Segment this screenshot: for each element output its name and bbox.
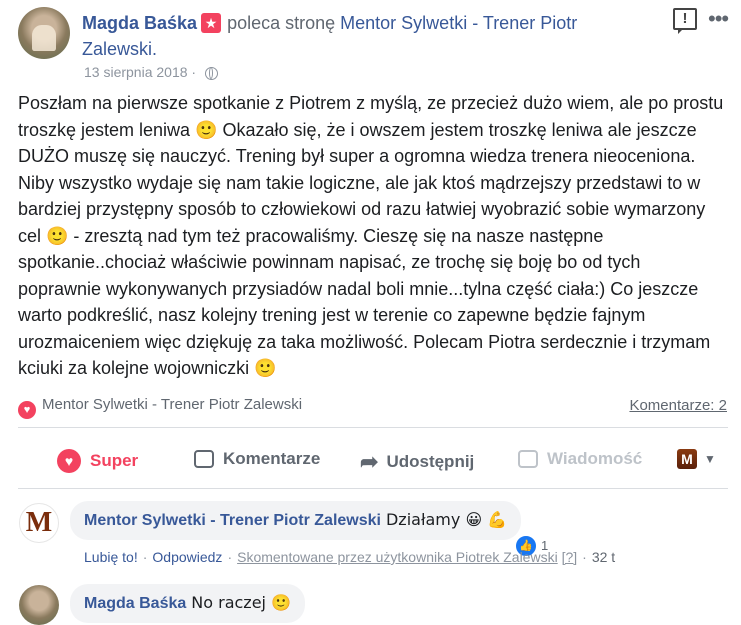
chevron-down-icon: ▼ [704, 452, 716, 466]
comment-bubble: Magda Baśka No raczej 🙂 [70, 584, 305, 623]
post-date[interactable]: 13 sierpnia 2018 [84, 64, 188, 80]
comment-author[interactable]: Magda Baśka [84, 595, 186, 612]
share-button[interactable]: ➦ Udostępnij [360, 449, 474, 475]
comments-count-link[interactable]: Komentarze: 2 [629, 397, 727, 414]
message-icon [518, 450, 538, 468]
comment-author[interactable]: Mentor Sylwetki - Trener Piotr Zalewski [84, 512, 381, 529]
star-badge-icon: ★ [201, 13, 222, 33]
post-meta: 13 sierpnia 2018 · [84, 64, 218, 80]
divider-top [18, 427, 728, 428]
date-separator: · [191, 64, 197, 80]
comment-avatar[interactable] [19, 585, 59, 625]
comment-text: Działamy 😀 💪 [385, 510, 508, 529]
tagged-page[interactable]: ♥ Mentor Sylwetki - Trener Piotr Zalewski [18, 396, 302, 419]
recommends-text: poleca stronę [227, 13, 336, 33]
comment-button[interactable]: Komentarze [194, 449, 320, 469]
comment-avatar[interactable]: M [19, 503, 59, 543]
post-header: Magda Baśka ★ poleca stronę Mentor Sylwetk… [82, 10, 652, 62]
like-link[interactable]: Lubię to! [84, 549, 138, 565]
heart-icon: ♥ [57, 449, 81, 473]
author-name[interactable]: Magda Baśka [82, 13, 197, 33]
comment-meta: Lubię to! · Odpowiedz · Skomentowane przez u… [84, 549, 616, 565]
comment-label: Komentarze [223, 449, 321, 468]
comment-bubble-icon [194, 450, 214, 468]
comment-bubble: Mentor Sylwetki - Trener Piotr Zalewski D… [70, 501, 522, 540]
comment-text: No raczej 🙂 [191, 593, 291, 612]
tagged-page-name: Mentor Sylwetki - Trener Piotr Zalewski [42, 396, 303, 413]
more-icon[interactable]: ••• [708, 6, 729, 32]
comment-age[interactable]: 32 t [592, 549, 615, 565]
share-arrow-icon: ➦ [360, 449, 379, 474]
globe-icon [204, 67, 218, 80]
super-button[interactable]: ♥ Super [57, 449, 138, 473]
post-body: Poszłam na pierwsze spotkanie z Piotrem … [18, 93, 724, 378]
divider-bottom [18, 488, 728, 489]
message-label: Wiadomość [547, 449, 643, 468]
share-label: Udostępnij [386, 452, 475, 471]
reply-link[interactable]: Odpowiedz [152, 549, 222, 565]
page-logo: M [677, 449, 697, 469]
report-icon[interactable]: ! [673, 8, 697, 34]
message-button[interactable]: Wiadomość [518, 449, 642, 469]
help-link[interactable]: [?] [562, 549, 578, 565]
author-avatar[interactable] [18, 7, 70, 59]
edited-by-note[interactable]: Skomentowane przez użytkownika Piotrek Z… [237, 549, 558, 565]
recommendation-post: Magda Baśka ★ poleca stronę Mentor Sylwetk… [0, 0, 741, 625]
super-label: Super [90, 451, 139, 470]
heart-icon: ♥ [18, 401, 36, 419]
page-selector[interactable]: M ▼ [677, 449, 716, 469]
